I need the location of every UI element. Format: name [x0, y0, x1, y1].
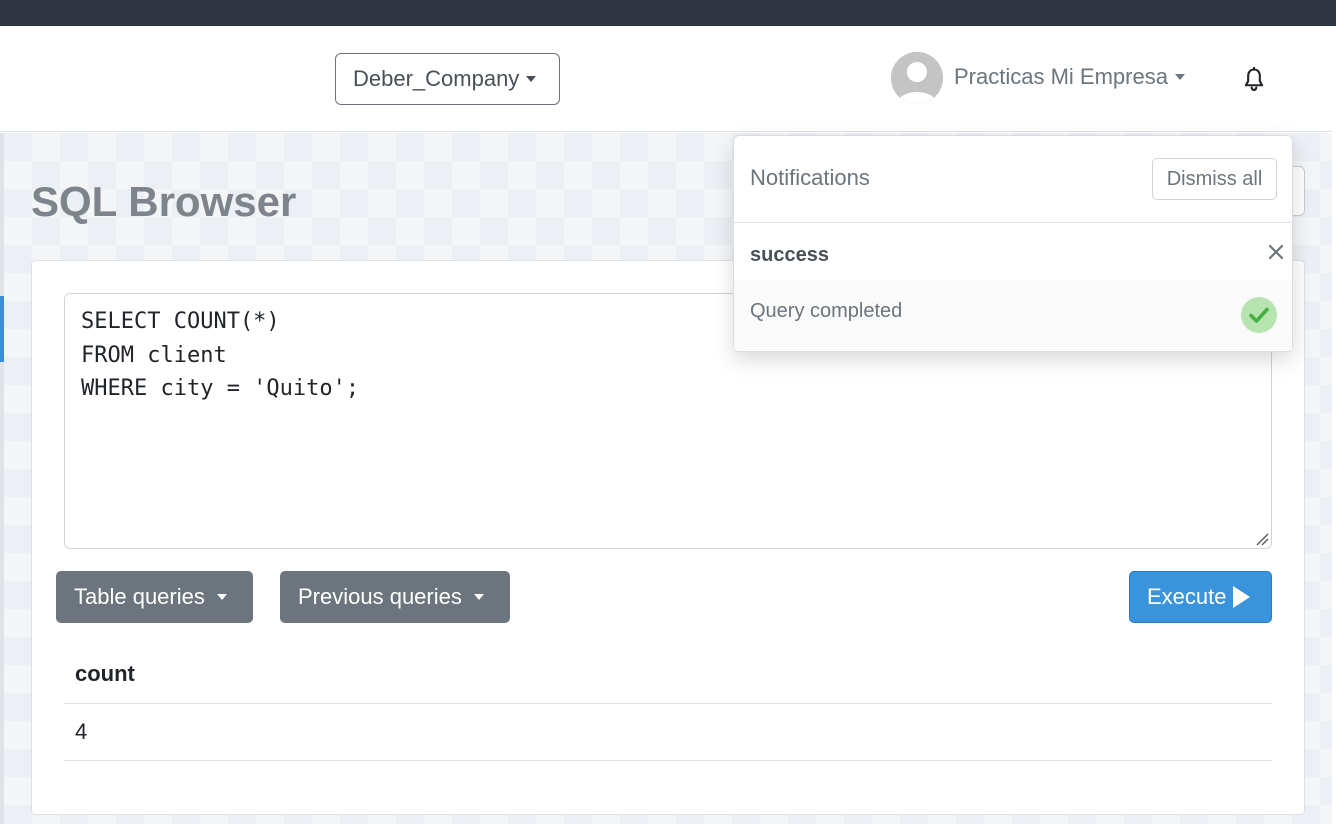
table-queries-button[interactable]: Table queries — [56, 571, 253, 623]
previous-queries-label: Previous queries — [298, 584, 462, 609]
avatar[interactable] — [891, 52, 943, 104]
notification-body: Query completed — [734, 280, 1292, 350]
notification-type: success — [750, 244, 829, 266]
table-header-row: count — [64, 646, 1272, 704]
close-icon[interactable] — [1266, 242, 1286, 262]
chevron-down-icon — [216, 594, 227, 600]
play-icon — [1232, 586, 1250, 608]
execute-label: Execute — [1147, 584, 1227, 609]
success-badge — [1241, 297, 1277, 333]
user-name-label: Practicas Mi Empresa — [954, 64, 1168, 89]
chevron-down-icon — [1174, 74, 1185, 80]
chevron-down-icon — [526, 76, 537, 82]
notifications-dropdown: Notifications Dismiss all success Query … — [733, 135, 1293, 352]
table-cell: 4 — [64, 703, 1272, 761]
results-table: count 4 — [64, 646, 1272, 761]
bell-icon — [1244, 66, 1264, 91]
notification-message: Query completed — [750, 300, 903, 322]
notifications-title: Notifications — [750, 165, 870, 190]
company-selector-label: Deber_Company — [353, 66, 520, 91]
page-title: SQL Browser — [31, 178, 297, 225]
check-icon — [1249, 307, 1269, 323]
user-avatar-icon — [891, 52, 943, 104]
execute-button[interactable]: Execute — [1129, 571, 1272, 623]
column-header: count — [64, 646, 1272, 704]
dismiss-all-button[interactable]: Dismiss all — [1152, 158, 1277, 200]
resize-handle-icon[interactable] — [1254, 531, 1270, 547]
table-queries-label: Table queries — [74, 584, 205, 609]
previous-queries-button[interactable]: Previous queries — [280, 571, 510, 623]
chevron-down-icon — [473, 594, 484, 600]
company-selector-button[interactable]: Deber_Company — [335, 53, 560, 105]
notifications-header: Notifications Dismiss all — [734, 136, 1292, 223]
table-row: 4 — [64, 703, 1272, 761]
top-strip — [0, 0, 1336, 26]
notifications-bell-button[interactable] — [1240, 66, 1268, 94]
navbar: Deber_Company Practicas Mi Empresa — [0, 26, 1332, 132]
user-menu-toggle[interactable]: Practicas Mi Empresa — [954, 64, 1185, 90]
